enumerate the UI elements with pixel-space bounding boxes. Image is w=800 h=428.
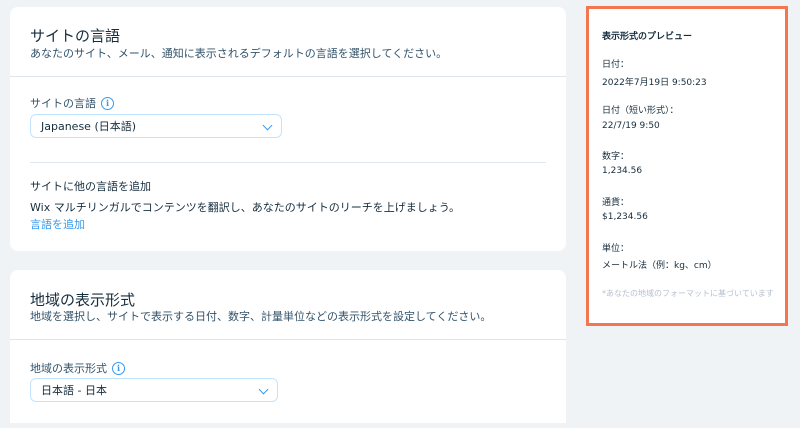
preview-date-label: 日付：: [602, 60, 630, 70]
divider: [30, 162, 546, 163]
regional-format-selected-value: 日本語 - 日本: [41, 384, 107, 397]
divider: [10, 76, 566, 77]
site-language-field-label: サイトの言語 i: [30, 95, 114, 111]
regional-format-title: 地域の表示形式: [30, 291, 136, 309]
preview-units-label: 単位：: [602, 244, 630, 254]
add-language-link[interactable]: 言語を追加: [30, 216, 85, 232]
regional-format-select[interactable]: 日本語 - 日本: [30, 378, 278, 402]
preview-short-date-value: 22/7/19 9:50: [602, 121, 660, 131]
site-language-label-text: サイトの言語: [30, 97, 96, 110]
preview-currency-label: 通貨：: [602, 198, 630, 208]
preview-units-value: メートル法（例：kg、cm）: [602, 261, 717, 271]
regional-format-field-label: 地域の表示形式 i: [30, 360, 125, 376]
regional-format-subtitle: 地域を選択し、サイトで表示する日付、数字、計量単位などの表示形式を設定してくださ…: [30, 310, 492, 323]
preview-currency-value: $1,234.56: [602, 212, 648, 222]
add-language-heading: サイトに他の言語を追加: [30, 180, 151, 193]
site-language-card: サイトの言語 あなたのサイト、メール、通知に表示されるデフォルトの言語を選択して…: [10, 7, 566, 251]
preview-title: 表示形式のプレビュー: [602, 32, 693, 42]
site-language-selected-value: Japanese (日本語): [41, 120, 137, 133]
info-icon[interactable]: i: [112, 361, 125, 375]
regional-format-card: 地域の表示形式 地域を選択し、サイトで表示する日付、数字、計量単位などの表示形式…: [10, 270, 566, 423]
site-language-select[interactable]: Japanese (日本語): [30, 114, 282, 138]
preview-short-date-label: 日付（短い形式）：: [602, 106, 679, 116]
add-language-description: Wix マルチリンガルでコンテンツを翻訳し、あなたのサイトのリーチを上げましょう…: [30, 201, 461, 214]
site-language-title: サイトの言語: [30, 27, 121, 45]
chevron-down-icon: [258, 384, 269, 395]
format-preview-panel: 表示形式のプレビュー 日付： 2022年7月19日 9:50:23 日付（短い形…: [586, 6, 788, 326]
chevron-down-icon: [262, 120, 273, 131]
preview-number-label: 数字：: [602, 152, 630, 162]
site-language-subtitle: あなたのサイト、メール、通知に表示されるデフォルトの言語を選択してください。: [30, 47, 448, 60]
preview-date-value: 2022年7月19日 9:50:23: [602, 78, 707, 88]
preview-note: *あなたの地域のフォーマットに基づいています: [602, 289, 774, 298]
preview-number-value: 1,234.56: [602, 166, 643, 176]
info-icon[interactable]: i: [101, 96, 114, 110]
divider: [10, 339, 566, 340]
regional-format-label-text: 地域の表示形式: [30, 362, 107, 375]
